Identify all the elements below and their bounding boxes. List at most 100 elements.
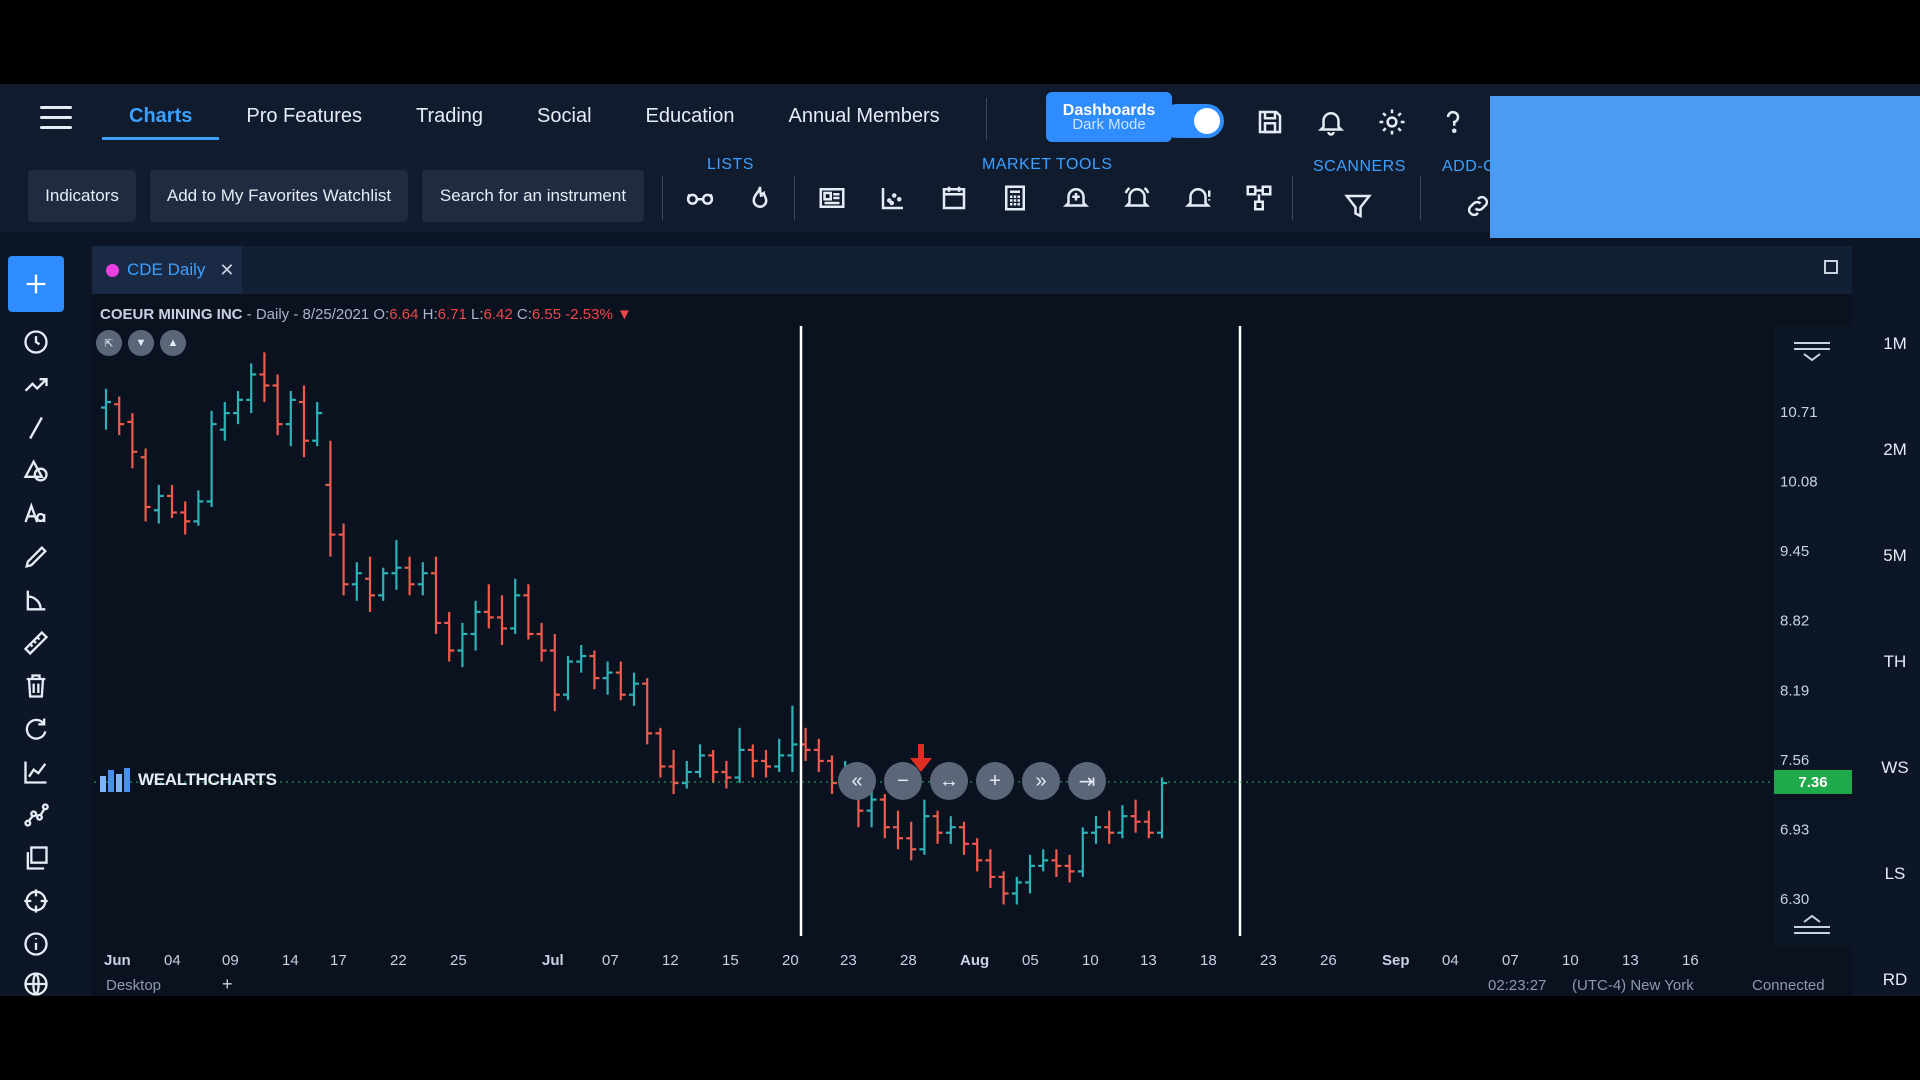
x-tick-label: 07	[1502, 952, 1519, 969]
trash-icon[interactable]	[8, 666, 64, 706]
toolbar-divider	[794, 176, 795, 220]
dark-mode-label: Dark Mode	[1072, 116, 1146, 133]
gear-icon[interactable]	[1374, 104, 1410, 140]
x-tick-label: 07	[602, 952, 619, 969]
glasses-icon[interactable]	[682, 180, 718, 216]
globe-icon[interactable]	[8, 964, 64, 996]
calendar-icon[interactable]	[936, 180, 972, 216]
line-chart-icon[interactable]	[8, 752, 64, 792]
chart-panel: 10.71 10.08 9.45 8.82 8.19 7.56 6.93 6.30 7.36 Ju…	[92, 246, 1852, 996]
line-tool-icon[interactable]	[8, 408, 64, 448]
pencil-icon[interactable]	[8, 537, 64, 577]
close-icon[interactable]: ✕	[219, 260, 234, 281]
info-meta: - Daily - 8/25/2021	[242, 306, 374, 323]
target-icon[interactable]	[8, 881, 64, 921]
calculator-icon[interactable]	[997, 180, 1033, 216]
dark-mode-toggle[interactable]	[1160, 104, 1224, 138]
scroll-right-fast-icon[interactable]: »	[1022, 762, 1060, 800]
chevron-up-icon[interactable]: ▲	[160, 330, 186, 356]
x-tick-label: Jun	[104, 952, 131, 969]
drawing-toolbar	[0, 254, 72, 996]
indicators-button[interactable]: Indicators	[28, 170, 136, 222]
fit-width-icon[interactable]: ↔	[930, 762, 968, 800]
save-icon[interactable]	[1252, 104, 1288, 140]
menu-icon[interactable]	[40, 106, 72, 130]
zoom-in-icon[interactable]: +	[976, 762, 1014, 800]
x-tick-label: 23	[840, 952, 857, 969]
x-tick-label: 22	[390, 952, 407, 969]
tab-annual-members[interactable]: Annual Members	[762, 84, 967, 140]
tab-trading[interactable]: Trading	[389, 84, 510, 140]
low-value: 6.42	[483, 306, 513, 323]
rail-ls[interactable]: LS	[1870, 864, 1920, 884]
collapse-icon[interactable]: ⇱	[96, 330, 122, 356]
tab-charts[interactable]: Charts	[102, 84, 220, 140]
y-tick-label: 7.56	[1780, 752, 1809, 769]
add-to-favorites-button[interactable]: Add to My Favorites Watchlist	[150, 170, 408, 222]
current-price-label: 7.36	[1798, 774, 1827, 791]
tab-social[interactable]: Social	[510, 84, 618, 140]
toolbar-divider	[1292, 176, 1293, 220]
symbol-color-dot	[106, 263, 119, 277]
desktop-tab[interactable]: Desktop	[106, 977, 161, 994]
zoom-out-icon[interactable]: −	[884, 762, 922, 800]
rail-rd[interactable]: RD	[1870, 970, 1920, 990]
connection-status: Connected	[1752, 977, 1825, 994]
chart-tab-cde-daily[interactable]: CDE Daily ✕	[92, 246, 242, 294]
dashboards-button[interactable]: Dashboards Dark Mode	[1046, 92, 1172, 142]
scatter-plot-icon[interactable]	[875, 180, 911, 216]
tab-education[interactable]: Education	[619, 84, 762, 140]
high-label: H:	[418, 306, 438, 323]
x-tick-label: 28	[900, 952, 917, 969]
addons-group-label: ADD-O	[1442, 158, 1497, 175]
x-tick-label: Jul	[542, 952, 564, 969]
toolbar-divider	[662, 176, 663, 220]
x-tick-label: 09	[222, 952, 239, 969]
rail-1m[interactable]: 1M	[1870, 334, 1920, 354]
x-tick-label: 23	[1260, 952, 1277, 969]
help-icon[interactable]	[1435, 104, 1471, 140]
news-icon[interactable]	[814, 180, 850, 216]
letterbox-bottom	[0, 996, 1920, 1080]
add-alert-icon[interactable]	[1058, 180, 1094, 216]
tab-pro-features[interactable]: Pro Features	[219, 84, 389, 140]
ruler-icon[interactable]	[8, 623, 64, 663]
chart-tab-strip: CDE Daily ✕	[92, 246, 1852, 294]
x-tick-label: 18	[1200, 952, 1217, 969]
text-tool-icon[interactable]	[8, 494, 64, 534]
add-tab-icon[interactable]: +	[222, 974, 233, 995]
alert-exclamation-icon[interactable]	[1180, 180, 1216, 216]
nodes-icon[interactable]	[8, 795, 64, 835]
clock-icon[interactable]	[8, 322, 64, 362]
x-tick-label: 04	[1442, 952, 1459, 969]
trend-icon[interactable]	[8, 365, 64, 405]
rail-5m[interactable]: 5M	[1870, 546, 1920, 566]
refresh-icon[interactable]	[8, 709, 64, 749]
rail-ws[interactable]: WS	[1870, 758, 1920, 778]
flame-icon[interactable]	[742, 180, 778, 216]
layers-icon[interactable]	[8, 838, 64, 878]
search-instrument-button[interactable]: Search for an instrument	[422, 170, 644, 222]
link-icon[interactable]	[1460, 188, 1496, 224]
x-tick-label: 15	[722, 952, 739, 969]
ohlc-info-line: COEUR MINING INC - Daily - 8/25/2021 O:6…	[100, 306, 632, 323]
rail-2m[interactable]: 2M	[1870, 440, 1920, 460]
shapes-icon[interactable]	[8, 451, 64, 491]
info-icon[interactable]	[8, 924, 64, 964]
logo-text: WEALTHCHARTS	[138, 770, 277, 789]
scroll-left-fast-icon[interactable]: «	[838, 762, 876, 800]
alarm-bell-icon[interactable]	[1119, 180, 1155, 216]
angle-tool-icon[interactable]	[8, 580, 64, 620]
go-to-latest-icon[interactable]: ⇥	[1068, 762, 1106, 800]
price-chart[interactable]: 10.71 10.08 9.45 8.82 8.19 7.56 6.93 6.30 7.36 Ju…	[92, 246, 1852, 996]
bell-icon[interactable]	[1313, 104, 1349, 140]
chevron-down-icon[interactable]: ▼	[128, 330, 154, 356]
network-icon[interactable]	[1241, 180, 1277, 216]
rail-th[interactable]: TH	[1870, 652, 1920, 672]
crosshair-add-icon[interactable]	[8, 256, 64, 312]
filter-icon[interactable]	[1340, 188, 1376, 224]
nav-tabs: Charts Pro Features Trading Social Educa…	[102, 84, 967, 140]
x-tick-label: 13	[1622, 952, 1639, 969]
y-tick-label: 8.19	[1780, 682, 1809, 699]
maximize-icon[interactable]	[1824, 260, 1838, 274]
